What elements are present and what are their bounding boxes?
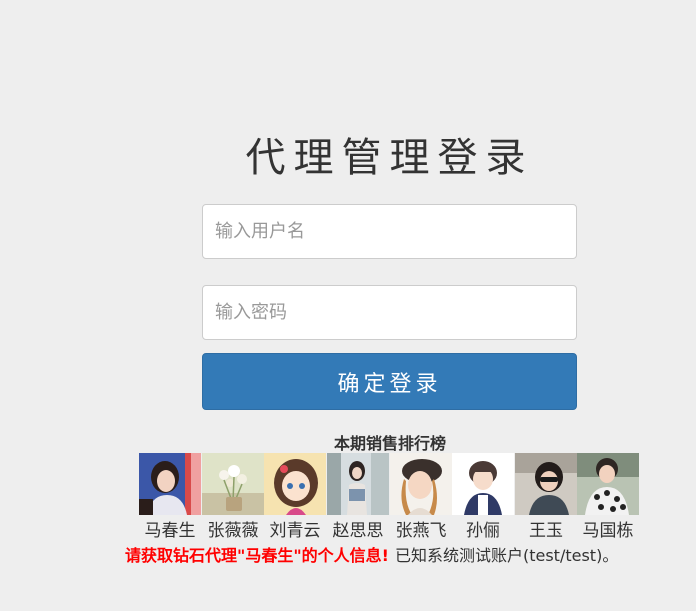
page-title: 代理管理登录 [245, 135, 534, 181]
notice-text: 已知系统测试账户(test/test)。 [394, 546, 619, 565]
avatar[interactable] [577, 453, 639, 515]
avatar[interactable] [264, 453, 326, 515]
avatar[interactable] [202, 453, 264, 515]
ranking-item[interactable]: 孙俪 [452, 453, 514, 543]
username-input[interactable] [202, 204, 577, 259]
ranking-item[interactable]: 马国栋 [577, 453, 639, 543]
ranking-item[interactable]: 刘青云 [264, 453, 326, 543]
agent-name: 马国栋 [582, 521, 634, 541]
login-button[interactable]: 确定登录 [202, 353, 577, 410]
notice-highlight: 请获取钻石代理"马春生"的个人信息! [125, 546, 389, 565]
ranking-title: 本期销售排行榜 [333, 434, 446, 453]
ranking-item[interactable]: 赵思思 [327, 453, 389, 543]
avatar[interactable] [390, 453, 452, 515]
agent-name: 赵思思 [332, 521, 384, 541]
ranking-item[interactable]: 马春生 [139, 453, 201, 543]
agent-name: 马春生 [144, 521, 196, 541]
avatar[interactable] [515, 453, 577, 515]
ranking-item[interactable]: 张燕飞 [390, 453, 452, 543]
agent-name: 张薇薇 [207, 521, 259, 541]
password-input[interactable] [202, 285, 577, 340]
agent-name: 孙俪 [466, 521, 500, 541]
avatar[interactable] [327, 453, 389, 515]
agent-name: 王玉 [529, 521, 563, 541]
ranking-item[interactable]: 王玉 [515, 453, 577, 543]
notice: 请获取钻石代理"马春生"的个人信息! 已知系统测试账户(test/test)。 [125, 542, 685, 566]
avatar[interactable] [452, 453, 514, 515]
avatar[interactable] [139, 453, 201, 515]
sales-ranking: 马春生 张薇薇 刘青云 赵思思 张燕飞 孙俪 王玉 马国栋 [139, 453, 639, 543]
ranking-item[interactable]: 张薇薇 [202, 453, 264, 543]
agent-name: 张燕飞 [395, 521, 447, 541]
agent-name: 刘青云 [269, 521, 321, 541]
